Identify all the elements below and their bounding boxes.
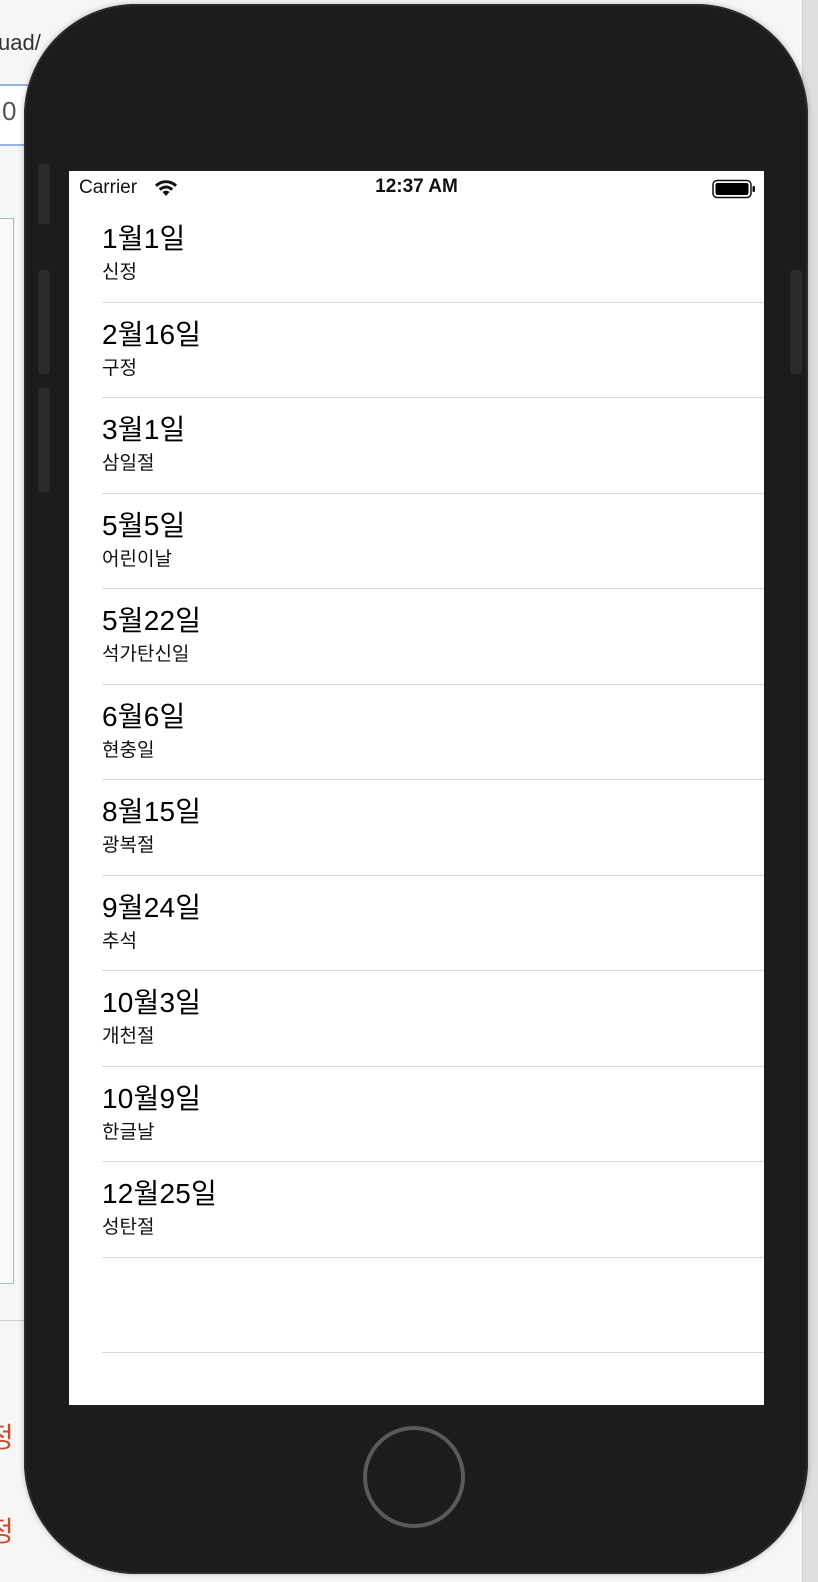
table-row[interactable]: 2월16일구정 [102, 303, 764, 398]
root: uad/ 0 정 정 Carrier 12:37 AM 1월1일 신정 2월16… [0, 0, 818, 1582]
holiday-name: 한글날 [102, 1121, 155, 1143]
holiday-date: 2월16일 [102, 318, 202, 350]
holiday-date: 1월1일 [102, 223, 186, 254]
holiday-date: 3월1일 [102, 414, 186, 445]
background-panel [0, 218, 14, 1284]
holiday-name: 현충일 [102, 739, 155, 761]
table-row[interactable]: 6월6일현충일 [102, 685, 764, 780]
mute-switch[interactable] [38, 164, 50, 224]
background-label-2: 정 [0, 1515, 14, 1548]
holiday-date: 5월22일 [102, 605, 202, 636]
clock-time: 12:37 AM [375, 176, 458, 197]
table-row[interactable]: 5월22일석가탄신일 [102, 589, 764, 685]
table-row[interactable]: 12월25일성탄절 [102, 1162, 764, 1258]
holiday-date: 10월9일 [102, 1082, 202, 1114]
background-label-1: 정 [0, 1421, 14, 1454]
holiday-date: 10월3일 [102, 987, 202, 1018]
holiday-date: 9월24일 [102, 891, 202, 923]
status-bar: Carrier 12:37 AM [69, 171, 764, 207]
empty-table-row [102, 1258, 764, 1353]
table-row[interactable]: 8월15일광복절 [102, 780, 764, 876]
holiday-date: 5월5일 [102, 509, 186, 541]
holiday-table[interactable]: 1월1일 신정 2월16일 구정 3월1일 삼일절 5월5일 어린이날 5월22일 석가탄신일 6월… [69, 207, 764, 1353]
holiday-name: 어린이날 [102, 548, 172, 570]
table-row[interactable]: 9월24일추석 [102, 876, 764, 971]
holiday-name: 석가탄신일 [102, 644, 190, 665]
volume-down-button[interactable] [38, 388, 50, 492]
holiday-name: 삼일절 [102, 453, 155, 474]
background-path-text: uad/ [0, 30, 41, 55]
table-row[interactable]: 3월1일삼일절 [102, 398, 764, 494]
table-row[interactable]: 1월1일신정 [102, 207, 764, 303]
device-screen: Carrier 12:37 AM 1월1일 신정 2월16일 구정 3월1일 삼일절 5월5… [69, 171, 764, 1405]
volume-up-button[interactable] [38, 270, 50, 374]
battery-icon [712, 179, 755, 199]
holiday-name: 신정 [102, 262, 137, 283]
holiday-name: 추석 [102, 930, 137, 952]
holiday-date: 6월6일 [102, 700, 186, 732]
holiday-name: 구정 [102, 357, 137, 379]
holiday-date: 12월25일 [102, 1178, 218, 1209]
holiday-name: 개천절 [102, 1026, 155, 1047]
power-button[interactable] [790, 270, 802, 374]
holiday-date: 8월15일 [102, 796, 202, 827]
table-row[interactable]: 5월5일어린이날 [102, 494, 764, 589]
holiday-name: 성탄절 [102, 1217, 155, 1238]
table-row[interactable]: 10월3일개천절 [102, 971, 764, 1067]
home-button[interactable] [363, 1426, 465, 1528]
holiday-name: 광복절 [102, 835, 155, 856]
table-row[interactable]: 10월9일한글날 [102, 1067, 764, 1162]
